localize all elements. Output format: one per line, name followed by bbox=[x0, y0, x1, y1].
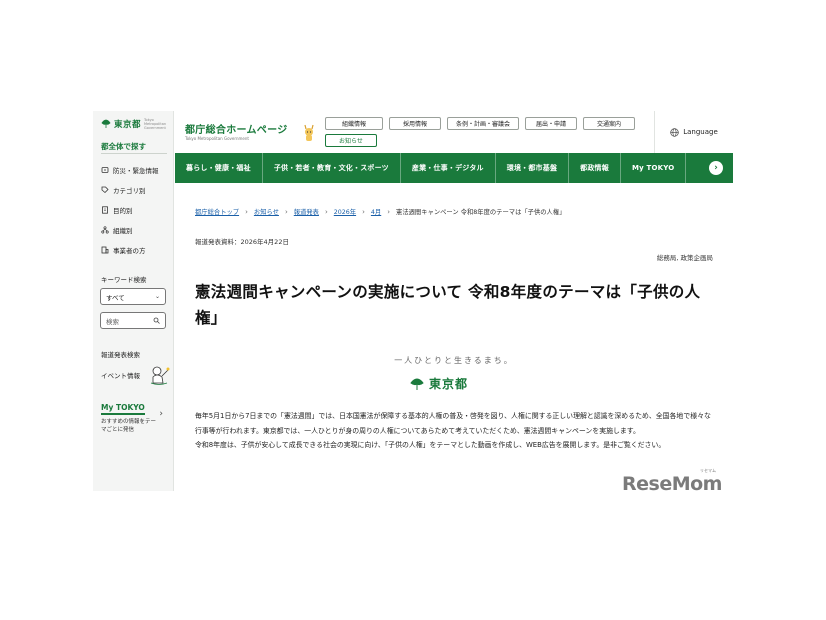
chevron-right-icon: › bbox=[245, 207, 248, 216]
divider bbox=[101, 153, 167, 154]
search-scope-select[interactable]: すべて ⌄ bbox=[100, 288, 166, 305]
building-icon bbox=[101, 246, 109, 254]
breadcrumb-link[interactable]: 2026年 bbox=[334, 207, 356, 216]
sidebar-item-label: 組織別 bbox=[113, 227, 133, 235]
sidebar-item-label: カテゴリ別 bbox=[113, 187, 146, 195]
nav-item-mytokyo[interactable]: My TOKYO bbox=[621, 153, 687, 183]
nav-scroll-right-button[interactable]: › bbox=[709, 161, 723, 175]
chevron-right-icon: › bbox=[159, 409, 163, 419]
nav-item-industry[interactable]: 産業・仕事・デジタル bbox=[401, 153, 496, 183]
main-nav: 暮らし・健康・福祉 子供・若者・教育・文化・スポーツ 産業・仕事・デジタル 環境… bbox=[175, 153, 733, 183]
search-placeholder: 検索 bbox=[106, 317, 119, 326]
search-all-heading: 都全体で探す bbox=[101, 142, 146, 151]
breadcrumb-current: 憲法週間キャンペーン 令和8年度のテーマは「子供の人権」 bbox=[396, 209, 566, 216]
banner-tagline: 一人ひとりと生きるまち。 bbox=[394, 356, 514, 365]
org-icon bbox=[101, 226, 109, 234]
language-label: Language bbox=[683, 128, 718, 136]
banner-logo: 東京都 bbox=[410, 375, 468, 392]
breadcrumb-link[interactable]: 4月 bbox=[371, 207, 381, 216]
main-content: 都庁総合トップ › お知らせ › 報道発表 › 2026年 › 4月 › 憲法週… bbox=[175, 183, 733, 491]
ginkgo-leaf-icon bbox=[410, 378, 424, 390]
nav-item-children[interactable]: 子供・若者・教育・文化・スポーツ bbox=[263, 153, 401, 183]
sidebar-item-label: 防災・緊急情報 bbox=[113, 167, 159, 175]
department: 総務局, 政策企画局 bbox=[656, 254, 713, 262]
browser-page: 東京都 Tokyo Metropolitan Government 都全体で探す… bbox=[93, 111, 733, 491]
tokyo-logo[interactable]: 東京都 Tokyo Metropolitan Government bbox=[101, 118, 167, 130]
event-info-link[interactable]: イベント情報 bbox=[101, 370, 140, 380]
watermark-ruby: リセマム bbox=[700, 468, 716, 473]
ordinance-button[interactable]: 条例・計画・審議会 bbox=[447, 117, 519, 130]
mascot-icon bbox=[304, 124, 314, 141]
keyword-search-heading: キーワード検索 bbox=[101, 276, 147, 284]
sidebar-item-business[interactable]: 事業者の方 bbox=[101, 245, 146, 255]
body-paragraph: 毎年5月1日から7日までの「憲法週間」では、日本国憲法が保障する基本的人権の普及… bbox=[195, 412, 711, 435]
application-button[interactable]: 届出・申請 bbox=[525, 117, 577, 130]
mytokyo-title: My TOKYO bbox=[101, 403, 145, 415]
page-title: 憲法週間キャンペーンの実施について 令和8年度のテーマは「子供の人権」 bbox=[195, 283, 701, 327]
sidebar-item-label: 目的別 bbox=[113, 207, 133, 215]
chevron-right-icon: › bbox=[362, 207, 365, 216]
access-button[interactable]: 交通案内 bbox=[583, 117, 635, 130]
breadcrumb-link[interactable]: お知らせ bbox=[254, 207, 279, 216]
chevron-down-icon: ⌄ bbox=[154, 293, 160, 300]
release-date: 報道発表資料：2026年4月22日 bbox=[195, 238, 289, 246]
chevron-right-icon: › bbox=[387, 207, 391, 216]
body-paragraph: 令和8年度は、子供が安心して成長できる社会の実現に向け、「子供の人権」をテーマと… bbox=[195, 441, 666, 449]
nav-item-environment[interactable]: 環境・都市基盤 bbox=[496, 153, 570, 183]
mytokyo-description: おすすめの情報をテーマごとに発信 bbox=[101, 419, 157, 433]
sidebar-item-label: 事業者の方 bbox=[113, 247, 146, 255]
globe-icon bbox=[670, 127, 679, 137]
sidebar-item-category[interactable]: カテゴリ別 bbox=[101, 185, 146, 195]
mascot-illustration-icon bbox=[150, 366, 170, 385]
document-icon bbox=[101, 206, 109, 214]
logo-text: 東京都 bbox=[114, 120, 142, 130]
site-title[interactable]: 都庁総合ホームページ bbox=[185, 121, 288, 136]
sidebar-item-purpose[interactable]: 目的別 bbox=[101, 205, 133, 215]
language-button[interactable]: Language bbox=[654, 111, 733, 153]
watermark-text: ReseMom bbox=[622, 473, 722, 495]
chevron-right-icon: › bbox=[284, 207, 288, 216]
site-header: 都庁総合ホームページ Tokyo Metropolitan Government… bbox=[175, 111, 733, 153]
press-release-search-link[interactable]: 報道発表検索 bbox=[101, 349, 140, 359]
chevron-right-icon: › bbox=[714, 163, 718, 173]
nav-item-government[interactable]: 都政情報 bbox=[569, 153, 621, 183]
select-value: すべて bbox=[106, 293, 125, 302]
site-subtitle: Tokyo Metropolitan Government bbox=[185, 136, 249, 141]
chevron-right-icon: › bbox=[324, 207, 328, 216]
banner-logo-text: 東京都 bbox=[429, 377, 469, 391]
alert-icon bbox=[101, 166, 109, 174]
news-button[interactable]: お知らせ bbox=[325, 134, 377, 147]
logo-subtext: Tokyo Metropolitan Government bbox=[144, 118, 167, 130]
recruit-info-button[interactable]: 採用情報 bbox=[389, 117, 441, 130]
resemom-watermark: ReseMom リセマム bbox=[622, 468, 722, 495]
ginkgo-leaf-icon bbox=[101, 119, 111, 128]
search-icon[interactable] bbox=[153, 317, 160, 324]
org-info-button[interactable]: 組織情報 bbox=[325, 117, 383, 130]
sidebar-item-organization[interactable]: 組織別 bbox=[101, 225, 133, 235]
body-text: 毎年5月1日から7日までの「憲法週間」では、日本国憲法が保障する基本的人権の普及… bbox=[195, 409, 715, 453]
mytokyo-promo[interactable]: My TOKYO おすすめの情報をテーマごとに発信 › bbox=[101, 395, 167, 434]
breadcrumb-link[interactable]: 報道発表 bbox=[294, 207, 319, 216]
search-input[interactable]: 検索 bbox=[100, 312, 166, 329]
nav-item-living[interactable]: 暮らし・健康・福祉 bbox=[175, 153, 263, 183]
breadcrumb: 都庁総合トップ › お知らせ › 報道発表 › 2026年 › 4月 › 憲法週… bbox=[195, 207, 566, 217]
tag-icon bbox=[101, 186, 109, 194]
sidebar: 東京都 Tokyo Metropolitan Government 都全体で探す… bbox=[93, 111, 174, 491]
breadcrumb-link[interactable]: 都庁総合トップ bbox=[195, 207, 239, 216]
sidebar-item-disaster[interactable]: 防災・緊急情報 bbox=[101, 165, 159, 175]
